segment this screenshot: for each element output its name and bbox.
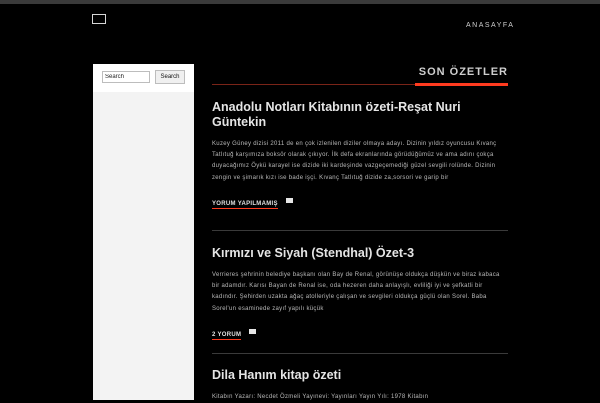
post-item: Dila Hanım kitap özeti Kitabın Yazarı: N… (212, 368, 508, 403)
post-excerpt: Verrieres şehrinin belediye başkanı olan… (212, 272, 500, 312)
comments-link[interactable]: YORUM YAPILMAMIŞ (212, 201, 278, 209)
post-item: Kırmızı ve Siyah (Stendhal) Özet-3 Verri… (212, 246, 508, 340)
comment-icon (249, 329, 257, 335)
post-divider (212, 230, 508, 231)
post-title-link[interactable]: Kırmızı ve Siyah (Stendhal) Özet-3 (212, 246, 508, 261)
section-title: SON ÖZETLER (418, 66, 508, 78)
sidebar: Search (93, 64, 194, 400)
post-meta: 2 YORUM (212, 323, 508, 340)
comment-icon (285, 198, 293, 204)
comments-link[interactable]: 2 YORUM (212, 332, 242, 340)
post-excerpt: Kuzey Güney dizisi 2011 de en çok izleni… (212, 141, 497, 181)
post-meta: YORUM YAPILMAMIŞ (212, 192, 508, 209)
nav-home-link[interactable]: ANASAYFA (466, 22, 514, 29)
post-title-link[interactable]: Anadolu Notları Kitabının özeti-Reşat Nu… (212, 100, 508, 130)
post-title-link[interactable]: Dila Hanım kitap özeti (212, 368, 508, 383)
post-excerpt: Kitabın Yazarı: Necdet Özmeli Yayınevi: … (212, 394, 429, 400)
post-item: Anadolu Notları Kitabının özeti-Reşat Nu… (212, 100, 508, 209)
square-outline-icon[interactable] (92, 14, 106, 24)
post-divider (212, 353, 508, 354)
section-accent-bar (415, 83, 508, 86)
top-bar (0, 0, 600, 4)
search-button[interactable]: Search (155, 70, 185, 84)
search-widget: Search (93, 64, 194, 92)
search-input[interactable] (102, 71, 150, 83)
